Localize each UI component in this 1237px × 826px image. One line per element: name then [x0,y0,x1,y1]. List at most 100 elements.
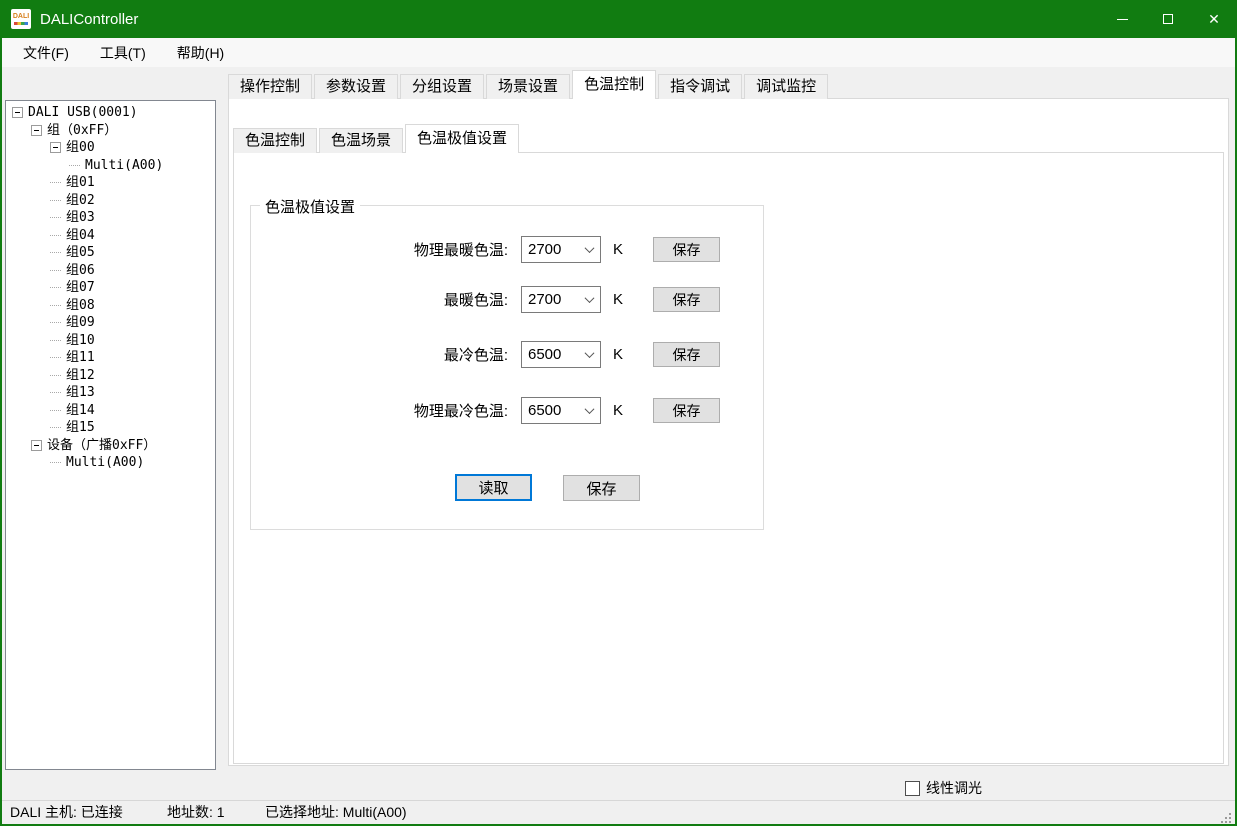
value-combobox[interactable]: 6500 [521,397,601,424]
tree-connector [69,165,80,166]
tree-node[interactable]: 设备（广播0xFF） [6,437,215,455]
save-button[interactable]: 保存 [653,342,720,367]
tree-connector [50,287,61,288]
form-row: 最暖色温:2700K保存 [251,286,763,313]
collapse-toggle-icon[interactable] [50,142,61,153]
tree-node-label: Multi(A00) [85,157,163,174]
tree-connector [50,340,61,341]
form-row: 物理最冷色温:6500K保存 [251,397,763,424]
menu-item[interactable]: 文件(F) [12,39,80,67]
minimize-button[interactable] [1099,0,1145,38]
tree-node[interactable]: Multi(A00) [6,157,215,175]
tree-node[interactable]: 组13 [6,384,215,402]
value-combobox[interactable]: 6500 [521,341,601,368]
main-tab[interactable]: 参数设置 [314,74,398,99]
tree-node-label: 组02 [66,192,95,209]
field-label: 物理最冷色温: [251,400,508,421]
tree-node-label: 组15 [66,419,95,436]
tree-node[interactable]: 组08 [6,297,215,315]
tree-node[interactable]: 组03 [6,209,215,227]
tree-node-label: 组09 [66,314,95,331]
sub-tab[interactable]: 色温场景 [319,128,403,153]
tree-node[interactable]: 组11 [6,349,215,367]
tree-node-label: 组03 [66,209,95,226]
tree-connector [50,410,61,411]
field-label: 物理最暖色温: [251,239,508,260]
linear-dimming-option: 线性调光 [905,778,982,798]
collapse-toggle-icon[interactable] [31,125,42,136]
tree-node[interactable]: 组01 [6,174,215,192]
sub-tab[interactable]: 色温控制 [233,128,317,153]
status-bar: DALI 主机: 已连接 地址数: 1 已选择地址: Multi(A00) [2,800,1235,824]
linear-dimming-label: 线性调光 [926,778,982,798]
tree-node[interactable]: DALI USB(0001) [6,104,215,122]
resize-grip-icon[interactable] [1229,813,1231,815]
tree-node[interactable]: 组（0xFF） [6,122,215,140]
save-all-button[interactable]: 保存 [563,475,640,501]
tree-node[interactable]: 组00 [6,139,215,157]
linear-dimming-checkbox[interactable] [905,781,920,796]
window-title: DALIController [40,11,1099,28]
tree-node[interactable]: 组15 [6,419,215,437]
menu-bar: 文件(F) 工具(T) 帮助(H) [2,38,1235,68]
read-button[interactable]: 读取 [455,474,532,501]
tree-connector [50,200,61,201]
collapse-toggle-icon[interactable] [31,440,42,451]
menu-item[interactable]: 工具(T) [89,39,157,67]
tree-connector [50,357,61,358]
app-icon: DALI [11,9,31,29]
main-tab[interactable]: 场景设置 [486,74,570,99]
main-tab[interactable]: 分组设置 [400,74,484,99]
tree-node[interactable]: 组07 [6,279,215,297]
tree-connector [50,375,61,376]
group-box: 色温极值设置 物理最暖色温:2700K保存最暖色温:2700K保存最冷色温:65… [250,205,764,530]
sub-tab[interactable]: 色温极值设置 [405,124,519,153]
window-border-left [0,38,2,826]
title-bar: DALI DALIController ✕ [0,0,1237,38]
combobox-value: 2700 [522,241,578,258]
value-combobox[interactable]: 2700 [521,286,601,313]
save-button[interactable]: 保存 [653,287,720,312]
tree-node[interactable]: Multi(A00) [6,454,215,472]
combobox-value: 6500 [522,346,578,363]
main-tab[interactable]: 调试监控 [744,74,828,99]
main-tab[interactable]: 色温控制 [572,70,656,99]
menu-item[interactable]: 帮助(H) [166,39,235,67]
close-button[interactable]: ✕ [1191,0,1237,38]
tree-node[interactable]: 组06 [6,262,215,280]
group-box-title: 色温极值设置 [260,196,360,217]
save-button[interactable]: 保存 [653,398,720,423]
tree-node-label: 组（0xFF） [47,122,117,139]
tree-connector [50,235,61,236]
tree-node[interactable]: 组05 [6,244,215,262]
tree-node[interactable]: 组09 [6,314,215,332]
minus-glyph [34,130,39,131]
tree-node[interactable]: 组04 [6,227,215,245]
tree-node[interactable]: 组12 [6,367,215,385]
tree-node-label: Multi(A00) [66,454,144,471]
minus-glyph [53,147,58,148]
chevron-down-icon [578,237,600,262]
device-tree[interactable]: DALI USB(0001)组（0xFF）组00Multi(A00)组01组02… [5,100,216,770]
tree-node-label: 组07 [66,279,95,296]
maximize-button[interactable] [1145,0,1191,38]
tree-node-label: 设备（广播0xFF） [47,437,156,454]
chevron-glyph [584,404,594,414]
field-label: 最冷色温: [251,344,508,365]
chevron-down-icon [578,342,600,367]
tree-node[interactable]: 组02 [6,192,215,210]
status-host-connection: DALI 主机: 已连接 [10,801,123,824]
tree-connector [50,252,61,253]
tree-node-label: 组13 [66,384,95,401]
tree-node[interactable]: 组14 [6,402,215,420]
main-tab[interactable]: 指令调试 [658,74,742,99]
value-combobox[interactable]: 2700 [521,236,601,263]
status-selected-address: 已选择地址: Multi(A00) [265,801,407,824]
unit-label: K [613,291,627,308]
collapse-toggle-icon[interactable] [12,107,23,118]
save-button[interactable]: 保存 [653,237,720,262]
main-tab[interactable]: 操作控制 [228,74,312,99]
minus-glyph [15,112,20,113]
tree-node[interactable]: 组10 [6,332,215,350]
chevron-down-icon [578,287,600,312]
